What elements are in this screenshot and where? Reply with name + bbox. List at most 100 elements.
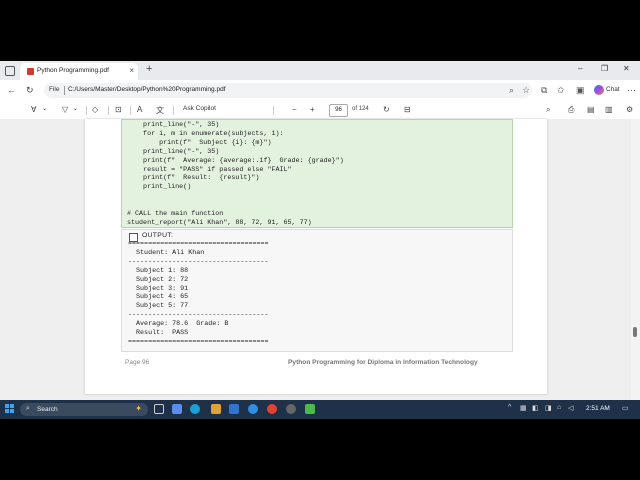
page-count-label: of 124 bbox=[352, 106, 369, 112]
vertical-scrollbar[interactable] bbox=[631, 119, 640, 400]
code-line: print_line() bbox=[127, 183, 192, 192]
rotate-icon[interactable]: ↻ bbox=[383, 105, 390, 114]
code-block: print_line("-", 35) for i, m in enumerat… bbox=[121, 119, 513, 228]
windows-start-icon[interactable] bbox=[5, 404, 15, 414]
toolbar-divider bbox=[273, 106, 274, 115]
pdf-page: print_line("-", 35) for i, m in enumerat… bbox=[85, 119, 547, 394]
output-lines: =================================== Stud… bbox=[128, 240, 268, 347]
tab-actions-icon[interactable] bbox=[5, 66, 15, 76]
code-line: print(f" Average: {average:.1f} Grade: {… bbox=[127, 156, 344, 165]
collections-icon[interactable]: ▣ bbox=[576, 85, 585, 96]
favorites-icon[interactable]: ✩ bbox=[557, 85, 565, 96]
network-icon[interactable]: ⌂ bbox=[557, 404, 561, 411]
search-icon[interactable]: ⌕ bbox=[546, 105, 550, 115]
mail-icon[interactable] bbox=[248, 404, 258, 414]
copilot-icon bbox=[594, 85, 604, 95]
chrome-icon[interactable] bbox=[267, 404, 277, 414]
output-label: OUTPUT: bbox=[142, 232, 174, 239]
output-line: =================================== bbox=[128, 240, 269, 248]
print-icon[interactable]: ⎙ bbox=[568, 105, 574, 115]
output-line: Subject 2: 72 bbox=[128, 275, 189, 284]
code-line: result = "PASS" if passed else "FAIL" bbox=[127, 165, 292, 174]
refresh-icon[interactable]: ↻ bbox=[26, 85, 34, 96]
store-icon[interactable] bbox=[229, 404, 239, 414]
tray-chevron-icon[interactable]: ^ bbox=[508, 404, 511, 411]
page-footer-title: Python Programming for Diploma in Inform… bbox=[288, 359, 478, 366]
close-window-button[interactable]: ✕ bbox=[623, 64, 630, 73]
highlight-icon[interactable]: ▽ bbox=[62, 105, 68, 114]
save-icon[interactable]: ▤ bbox=[587, 105, 595, 114]
draw-dropdown-icon[interactable]: ⌄ bbox=[42, 105, 47, 112]
output-line: Result: PASS bbox=[128, 329, 189, 338]
read-aloud-icon[interactable]: A bbox=[137, 105, 142, 114]
favorite-star-icon[interactable]: ☆ bbox=[522, 85, 530, 96]
highlight-dropdown-icon[interactable]: ⌄ bbox=[73, 105, 78, 112]
widgets-icon[interactable] bbox=[172, 404, 182, 414]
settings-icon[interactable] bbox=[286, 404, 296, 414]
taskbar-clock[interactable]: 2:51 AM bbox=[586, 405, 610, 412]
erase-icon[interactable]: ◇ bbox=[92, 105, 98, 114]
code-line: for i, m in enumerate(subjects, 1): bbox=[127, 129, 284, 138]
chat-label: Chat bbox=[606, 86, 620, 93]
output-line: ----------------------------------- bbox=[128, 257, 269, 266]
notifications-icon[interactable]: ▭ bbox=[622, 404, 629, 412]
ask-copilot-button[interactable]: Ask Copilot bbox=[183, 105, 216, 112]
scrollbar-thumb[interactable] bbox=[633, 327, 637, 337]
output-line: Student: Ali Khan bbox=[128, 248, 205, 257]
page-number-input[interactable]: 96 bbox=[329, 104, 348, 117]
toolbar-divider bbox=[108, 106, 109, 115]
tray-app-icon[interactable]: ◧ bbox=[532, 404, 539, 412]
address-bar[interactable]: File C:/Users/Master/Desktop/Python%20Pr… bbox=[44, 83, 532, 98]
tab-python-pdf[interactable]: Python Programming.pdf × bbox=[20, 63, 138, 80]
restore-button[interactable]: ❐ bbox=[601, 64, 608, 73]
tray-app-icon[interactable]: ▦ bbox=[520, 404, 527, 412]
code-line: print_line("-", 35) bbox=[127, 121, 220, 129]
taskbar-search-box[interactable]: ⌕ Search ✦ bbox=[20, 403, 148, 416]
code-lines: print_line("-", 35) for i, m in enumerat… bbox=[127, 121, 344, 228]
split-screen-icon[interactable]: ⧉ bbox=[541, 85, 547, 96]
volume-icon[interactable]: ◁ bbox=[568, 404, 573, 412]
code-line: print(f" Subject {i}: {m}") bbox=[127, 138, 272, 147]
copilot-chat-button[interactable]: Chat bbox=[594, 84, 622, 97]
copilot-sparkle-icon: ✦ bbox=[135, 404, 142, 413]
zoom-icon[interactable]: ⌕ bbox=[509, 85, 514, 96]
task-view-icon[interactable] bbox=[154, 404, 164, 414]
code-line: print(f" Result: {result}") bbox=[127, 174, 260, 183]
file-explorer-icon[interactable] bbox=[211, 404, 221, 414]
tray-app-icon[interactable]: ◨ bbox=[545, 404, 552, 412]
toolbar-divider bbox=[130, 106, 131, 115]
pdf-settings-icon[interactable]: ⚙ bbox=[626, 105, 633, 114]
pdf-viewer[interactable]: print_line("-", 35) for i, m in enumerat… bbox=[0, 119, 640, 400]
screen: Python Programming.pdf × + – ❐ ✕ ← ↻ Fil… bbox=[0, 61, 640, 419]
save-as-icon[interactable]: ▥ bbox=[605, 105, 613, 114]
tab-title: Python Programming.pdf bbox=[37, 67, 109, 74]
app-icon[interactable] bbox=[305, 404, 315, 414]
page-view-icon[interactable]: ⊟ bbox=[404, 105, 411, 114]
output-line: Subject 3: 91 bbox=[128, 284, 189, 293]
zoom-in-button[interactable]: + bbox=[310, 105, 315, 114]
back-arrow-icon[interactable]: ← bbox=[7, 85, 16, 95]
minimize-button[interactable]: – bbox=[578, 64, 582, 73]
tab-strip: Python Programming.pdf × + – ❐ ✕ bbox=[0, 61, 640, 80]
output-line: =================================== bbox=[128, 337, 269, 346]
navigation-bar: ← ↻ File C:/Users/Master/Desktop/Python%… bbox=[0, 80, 640, 103]
zoom-out-button[interactable]: − bbox=[292, 105, 297, 114]
draw-icon[interactable]: ∀ bbox=[31, 105, 36, 114]
address-url[interactable]: C:/Users/Master/Desktop/Python%20Program… bbox=[68, 86, 226, 93]
code-line: student_report("Ali Khan", 88, 72, 91, 6… bbox=[127, 218, 312, 227]
add-text-icon[interactable]: ⊡ bbox=[115, 105, 122, 114]
output-line: ----------------------------------- bbox=[128, 311, 269, 320]
toolbar-divider bbox=[173, 106, 174, 115]
edge-browser-icon[interactable] bbox=[190, 404, 200, 414]
tab-close-icon[interactable]: × bbox=[129, 66, 134, 75]
new-tab-button[interactable]: + bbox=[146, 63, 152, 75]
more-options-icon[interactable]: ⋯ bbox=[627, 85, 636, 96]
toolbar-divider bbox=[86, 106, 87, 115]
address-scheme-label: File bbox=[49, 86, 60, 93]
pdf-file-icon bbox=[27, 68, 34, 75]
taskbar-search-label: Search bbox=[37, 406, 58, 413]
translate-icon[interactable]: 文 bbox=[156, 105, 164, 116]
page-footer-number: Page 96 bbox=[125, 359, 150, 366]
